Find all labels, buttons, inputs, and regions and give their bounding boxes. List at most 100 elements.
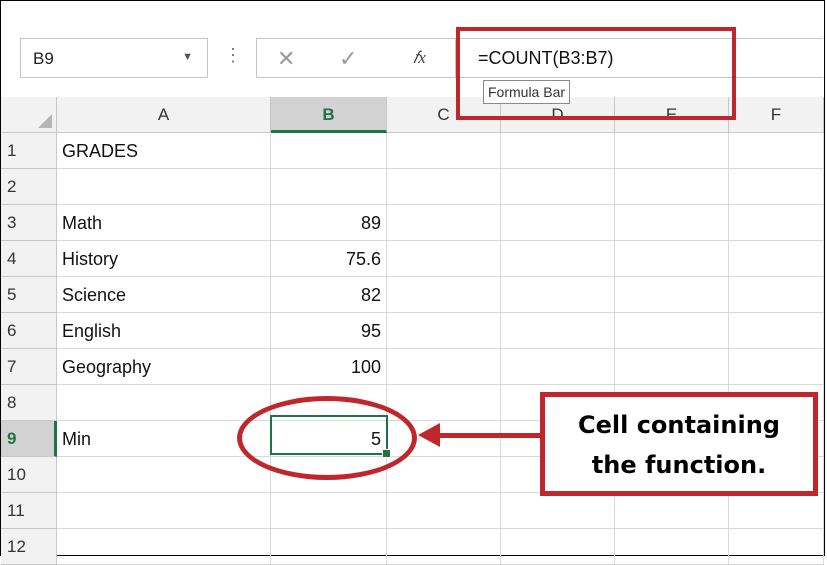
row-header[interactable]: 4 — [1, 241, 57, 277]
cell-empty[interactable] — [501, 277, 615, 313]
row-header[interactable]: 1 — [1, 133, 57, 169]
cell-empty[interactable] — [615, 313, 729, 349]
cell-empty[interactable] — [501, 529, 615, 565]
cell-a[interactable]: History — [57, 241, 271, 277]
insert-function-icon[interactable]: 𝑓x — [413, 48, 426, 68]
cell-empty[interactable] — [729, 133, 824, 169]
row-header[interactable]: 2 — [1, 169, 57, 205]
column-header-a[interactable]: A — [57, 97, 271, 133]
cell-empty[interactable] — [501, 349, 615, 385]
cell-b[interactable]: 75.6 — [271, 241, 387, 277]
cell-b[interactable] — [271, 529, 387, 565]
row-header[interactable]: 11 — [1, 493, 57, 529]
table-row: 5 Science 82 — [1, 277, 824, 313]
row-header[interactable]: 6 — [1, 313, 57, 349]
cell-empty[interactable] — [387, 241, 501, 277]
cell-empty[interactable] — [615, 241, 729, 277]
table-row: 7 Geography 100 — [1, 349, 824, 385]
cell-empty[interactable] — [729, 349, 824, 385]
row-header[interactable]: 8 — [1, 385, 57, 421]
cell-empty[interactable] — [501, 241, 615, 277]
row-header[interactable]: 7 — [1, 349, 57, 385]
cell-empty[interactable] — [615, 493, 729, 529]
cell-empty[interactable] — [501, 493, 615, 529]
cell-empty[interactable] — [387, 133, 501, 169]
cell-a[interactable]: Science — [57, 277, 271, 313]
formula-buttons: ✕ ✓ 𝑓x — [256, 38, 456, 78]
cell-empty[interactable] — [615, 349, 729, 385]
more-options-icon[interactable]: ⋮ — [224, 46, 242, 64]
cell-a[interactable] — [57, 493, 271, 529]
cell-empty[interactable] — [729, 169, 824, 205]
cell-a[interactable]: Geography — [57, 349, 271, 385]
cell-empty[interactable] — [387, 529, 501, 565]
cell-empty[interactable] — [387, 493, 501, 529]
cell-empty[interactable] — [387, 457, 501, 493]
cell-b[interactable]: 100 — [271, 349, 387, 385]
column-header-b[interactable]: B — [271, 97, 387, 133]
cell-empty[interactable] — [729, 313, 824, 349]
row-header[interactable]: 9 — [1, 421, 57, 457]
cell-empty[interactable] — [387, 205, 501, 241]
cell-a[interactable] — [57, 169, 271, 205]
cell-empty[interactable] — [501, 169, 615, 205]
name-box-value: B9 — [33, 49, 54, 68]
name-box[interactable]: B9 ▼ — [20, 38, 208, 78]
cell-empty[interactable] — [501, 205, 615, 241]
cell-b[interactable]: 95 — [271, 313, 387, 349]
cell-empty[interactable] — [729, 277, 824, 313]
column-header-e[interactable]: E — [615, 97, 729, 133]
highlight-ellipse — [237, 396, 417, 480]
cell-a[interactable] — [57, 529, 271, 565]
cell-empty[interactable] — [615, 205, 729, 241]
annotation-callout: Cell containing the function. — [540, 392, 818, 496]
cell-empty[interactable] — [387, 313, 501, 349]
chevron-down-icon[interactable]: ▼ — [182, 51, 193, 63]
table-row: 12 — [1, 529, 824, 565]
cell-empty[interactable] — [729, 205, 824, 241]
cell-empty[interactable] — [387, 277, 501, 313]
annotation-arrow — [436, 433, 540, 438]
column-header-row: A B C D E F — [1, 97, 824, 133]
cell-a[interactable]: Math — [57, 205, 271, 241]
cell-b[interactable]: 82 — [271, 277, 387, 313]
cell-a[interactable]: GRADES — [57, 133, 271, 169]
cell-b[interactable] — [271, 133, 387, 169]
table-row: 2 — [1, 169, 824, 205]
cell-empty[interactable] — [615, 277, 729, 313]
formula-input[interactable]: =COUNT(B3:B7) — [478, 48, 614, 69]
cancel-icon[interactable]: ✕ — [277, 46, 295, 72]
table-row: 11 — [1, 493, 824, 529]
cell-empty[interactable] — [615, 133, 729, 169]
cell-a[interactable]: English — [57, 313, 271, 349]
table-row: 1 GRADES — [1, 133, 824, 169]
cell-empty[interactable] — [387, 349, 501, 385]
cell-empty[interactable] — [615, 169, 729, 205]
cell-empty[interactable] — [729, 529, 824, 565]
row-header[interactable]: 12 — [1, 529, 57, 565]
callout-line-1: Cell containing — [578, 411, 780, 439]
cell-a[interactable] — [57, 385, 271, 421]
callout-line-2: the function. — [591, 451, 767, 479]
cell-empty[interactable] — [387, 169, 501, 205]
cell-empty[interactable] — [729, 241, 824, 277]
cell-b[interactable] — [271, 493, 387, 529]
cell-b[interactable]: 89 — [271, 205, 387, 241]
cell-empty[interactable] — [501, 133, 615, 169]
corner-triangle-icon — [38, 114, 52, 128]
cell-empty[interactable] — [501, 313, 615, 349]
row-header[interactable]: 5 — [1, 277, 57, 313]
cell-empty[interactable] — [615, 529, 729, 565]
row-header[interactable]: 10 — [1, 457, 57, 493]
column-header-f[interactable]: F — [729, 97, 824, 133]
cell-b[interactable] — [271, 169, 387, 205]
select-all-corner[interactable] — [1, 97, 57, 133]
arrow-head-icon — [418, 423, 440, 447]
formula-bar-tooltip: Formula Bar — [483, 80, 571, 104]
row-header[interactable]: 3 — [1, 205, 57, 241]
table-row: 6 English 95 — [1, 313, 824, 349]
check-icon[interactable]: ✓ — [339, 46, 357, 72]
cell-empty[interactable] — [729, 493, 824, 529]
table-row: 4 History 75.6 — [1, 241, 824, 277]
cell-a[interactable] — [57, 457, 271, 493]
